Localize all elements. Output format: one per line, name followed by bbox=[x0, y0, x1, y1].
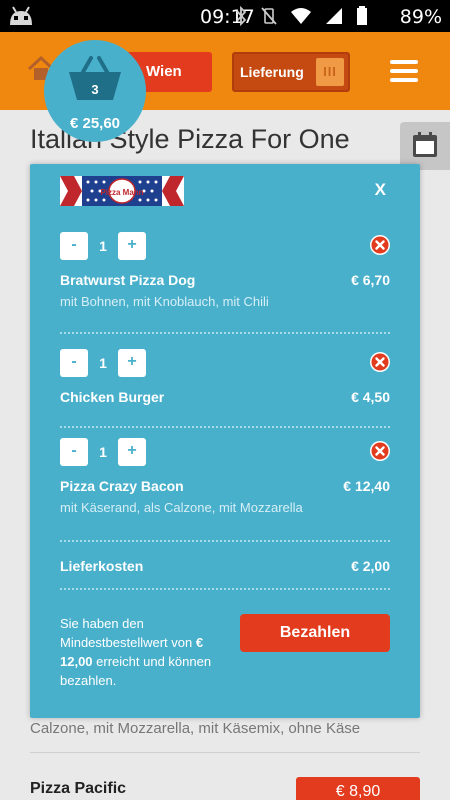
divider bbox=[30, 752, 420, 753]
minimum-order-note: Sie haben den Mindestbestellwert von € 1… bbox=[60, 616, 212, 688]
item-options: mit Käserand, als Calzone, mit Mozzarell… bbox=[60, 500, 303, 515]
item-price: € 12,40 bbox=[343, 478, 390, 494]
cart-modal: Pizza Mann X - 1 + Bratwurst Pizza Dog €… bbox=[30, 164, 420, 718]
pizza-mann-logo: Pizza Mann bbox=[60, 176, 184, 206]
status-bar: 09:17 89% bbox=[0, 0, 450, 32]
signal-icon bbox=[326, 8, 342, 24]
delivery-toggle[interactable]: Lieferung III bbox=[232, 52, 350, 92]
close-button[interactable]: X bbox=[375, 180, 386, 200]
cart-item: - 1 + Chicken Burger € 4,50 bbox=[60, 349, 390, 419]
product-name: Pizza Pacific bbox=[30, 780, 127, 797]
decrement-button[interactable]: - bbox=[60, 349, 88, 377]
decrement-button[interactable]: - bbox=[60, 232, 88, 260]
delivery-fee-label: Lieferkosten bbox=[60, 558, 144, 574]
cart-count: 3 bbox=[91, 82, 99, 97]
pay-button[interactable]: Bezahlen bbox=[240, 614, 390, 652]
item-name: Pizza Crazy Bacon bbox=[60, 478, 184, 494]
delivery-fee-value: € 2,00 bbox=[351, 558, 390, 574]
divider bbox=[60, 332, 390, 334]
cart-item: - 1 + Bratwurst Pizza Dog € 6,70 mit Boh… bbox=[60, 232, 390, 322]
delivery-label: Lieferung bbox=[240, 64, 304, 80]
quantity-value: 1 bbox=[99, 355, 107, 371]
toggle-knob[interactable]: III bbox=[316, 58, 344, 86]
divider bbox=[60, 426, 390, 428]
increment-button[interactable]: + bbox=[118, 349, 146, 377]
battery-icon bbox=[357, 6, 367, 25]
cart-total: € 25,60 bbox=[69, 115, 121, 132]
increment-button[interactable]: + bbox=[118, 232, 146, 260]
item-name: Chicken Burger bbox=[60, 389, 165, 405]
divider bbox=[60, 588, 390, 590]
quantity-value: 1 bbox=[99, 238, 107, 254]
vibrate-off-icon bbox=[261, 7, 277, 25]
side-tab[interactable] bbox=[400, 122, 450, 170]
calendar-icon bbox=[413, 132, 437, 157]
item-price: € 6,70 bbox=[351, 272, 390, 288]
item-name: Bratwurst Pizza Dog bbox=[60, 272, 196, 288]
cart-bubble[interactable]: 3 € 25,60 bbox=[44, 40, 146, 142]
quantity-value: 1 bbox=[99, 444, 107, 460]
divider bbox=[60, 540, 390, 542]
remove-item-icon[interactable] bbox=[370, 235, 390, 255]
hamburger-menu-icon[interactable] bbox=[390, 60, 418, 82]
increment-button[interactable]: + bbox=[118, 438, 146, 466]
bluetooth-icon bbox=[236, 6, 247, 26]
battery-percent: 89% bbox=[399, 6, 442, 28]
decrement-button[interactable]: - bbox=[60, 438, 88, 466]
android-icon bbox=[10, 6, 32, 25]
logo-text: Pizza Mann bbox=[100, 188, 143, 197]
product-description: Calzone, mit Mozzarella, mit Käsemix, oh… bbox=[30, 720, 361, 737]
wifi-icon bbox=[291, 8, 311, 24]
product-price-button[interactable]: € 8,90 bbox=[296, 777, 420, 800]
remove-item-icon[interactable] bbox=[370, 441, 390, 461]
remove-item-icon[interactable] bbox=[370, 352, 390, 372]
item-options: mit Bohnen, mit Knoblauch, mit Chili bbox=[60, 294, 269, 309]
cart-item: - 1 + Pizza Crazy Bacon € 12,40 mit Käse… bbox=[60, 438, 390, 528]
item-price: € 4,50 bbox=[351, 389, 390, 405]
